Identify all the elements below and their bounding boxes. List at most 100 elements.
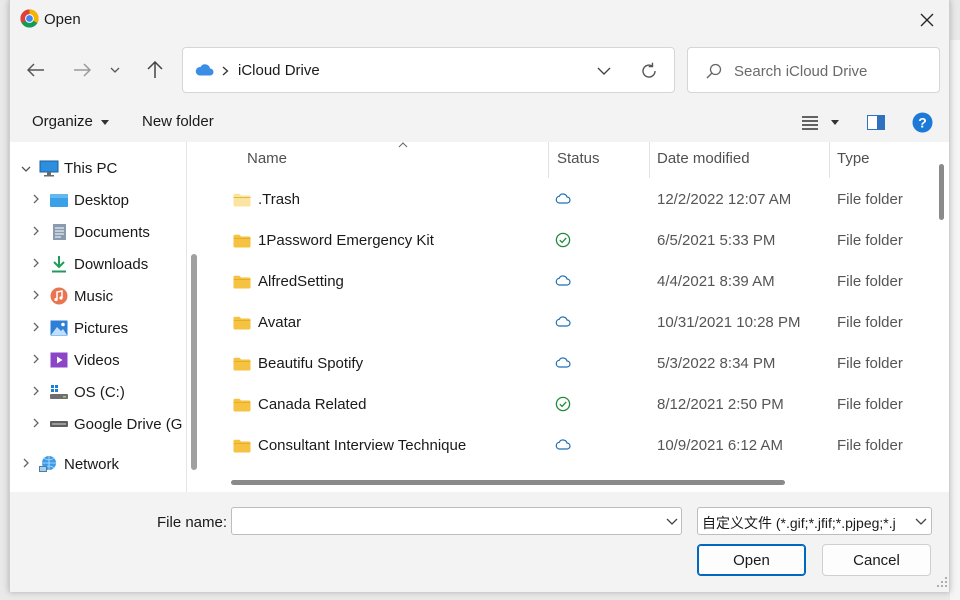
open-dialog: Open iCloud Drive Search iCloud Drive Or… — [9, 0, 950, 592]
arrow-left-icon — [27, 63, 44, 77]
chevron-down-icon[interactable] — [666, 518, 678, 525]
view-dropdown-icon[interactable] — [831, 120, 839, 125]
collapsed-chevron-icon[interactable] — [28, 257, 44, 271]
organize-label: Organize — [32, 113, 93, 130]
close-button[interactable] — [913, 6, 941, 34]
file-name: 1Password Emergency Kit — [258, 232, 434, 249]
up-button[interactable] — [140, 55, 170, 85]
arrow-right-icon — [74, 63, 91, 77]
collapsed-chevron-icon[interactable] — [18, 457, 34, 471]
documents-icon — [48, 223, 70, 241]
organize-button[interactable]: Organize — [32, 113, 110, 130]
column-separator[interactable] — [548, 142, 549, 178]
search-input[interactable] — [732, 59, 932, 83]
cloud-icon — [555, 355, 571, 371]
tree-label: This PC — [64, 159, 118, 177]
breadcrumb-chevron-icon — [222, 66, 229, 76]
back-button[interactable] — [21, 55, 51, 85]
tree-item-this-pc[interactable]: This PC — [18, 154, 117, 182]
address-bar[interactable]: iCloud Drive — [182, 47, 675, 93]
file-type-filter-value: 自定义文件 (*.gif;*.jfif;*.pjpeg;*.j — [702, 515, 896, 531]
vertical-scrollbar[interactable] — [939, 164, 944, 220]
command-bar: Organize New folder ? — [10, 102, 949, 142]
resize-grip-icon[interactable] — [936, 576, 948, 588]
arrow-up-icon — [147, 61, 163, 78]
tree-label: OS (C:) — [74, 383, 125, 401]
collapsed-chevron-icon[interactable] — [28, 321, 44, 335]
tree-item-network[interactable]: Network — [18, 450, 119, 478]
file-row[interactable]: Consultant Interview Technique 10/9/2021 … — [205, 426, 932, 467]
drive-icon — [48, 415, 70, 433]
tree-item-pictures[interactable]: Pictures — [28, 314, 128, 342]
videos-icon — [48, 351, 70, 369]
column-separator[interactable] — [649, 142, 650, 178]
column-header-name[interactable]: Name — [247, 150, 287, 167]
chrome-logo-icon — [20, 9, 39, 28]
refresh-icon[interactable] — [640, 62, 658, 80]
dialog-footer: File name: 自定义文件 (*.gif;*.jfif;*.pjpeg;*… — [10, 492, 949, 592]
breadcrumb-icloud-drive[interactable]: iCloud Drive — [238, 62, 320, 79]
folder-icon — [233, 398, 251, 412]
navigation-bar: iCloud Drive — [10, 44, 949, 96]
file-name: .Trash — [258, 191, 300, 208]
tree-item-desktop[interactable]: Desktop — [28, 186, 129, 214]
file-row[interactable]: .Trash 12/2/2022 12:07 AM File folder — [205, 180, 932, 221]
help-icon[interactable]: ? — [912, 112, 933, 133]
collapsed-chevron-icon[interactable] — [28, 193, 44, 207]
synced-check-icon — [555, 396, 571, 412]
address-dropdown-icon[interactable] — [597, 67, 611, 75]
cloud-icon — [555, 273, 571, 289]
column-header-type[interactable]: Type — [837, 150, 870, 167]
tree-item-music[interactable]: Music — [28, 282, 113, 310]
tree-label: Documents — [74, 223, 150, 241]
navigation-pane-scrollbar[interactable] — [191, 254, 197, 470]
tree-item-videos[interactable]: Videos — [28, 346, 120, 374]
open-button[interactable]: Open — [697, 544, 806, 576]
collapsed-chevron-icon[interactable] — [28, 353, 44, 367]
caret-down-icon — [101, 119, 110, 125]
file-name: AlfredSetting — [258, 273, 344, 290]
file-type-filter[interactable]: 自定义文件 (*.gif;*.jfif;*.pjpeg;*.j — [697, 507, 932, 535]
file-date-modified: 10/9/2021 6:12 AM — [657, 437, 783, 454]
forward-button[interactable] — [67, 55, 97, 85]
recent-locations-button[interactable] — [105, 55, 125, 85]
close-icon — [920, 13, 934, 27]
tree-item-downloads[interactable]: Downloads — [28, 250, 148, 278]
network-icon — [38, 455, 60, 473]
column-header-date-modified[interactable]: Date modified — [657, 150, 750, 167]
tree-label: Network — [64, 455, 120, 473]
column-header-status[interactable]: Status — [557, 150, 600, 167]
horizontal-scrollbar[interactable] — [231, 480, 785, 485]
file-row[interactable]: 1Password Emergency Kit 6/5/2021 5:33 PM F… — [205, 221, 932, 262]
collapsed-chevron-icon[interactable] — [28, 385, 44, 399]
view-options-icon[interactable] — [802, 116, 818, 130]
cloud-icon — [555, 437, 571, 453]
file-row[interactable]: AlfredSetting 4/4/2021 8:39 AM File folder — [205, 262, 932, 303]
collapsed-chevron-icon[interactable] — [28, 225, 44, 239]
icloud-icon — [195, 64, 214, 76]
file-type: File folder — [837, 396, 903, 413]
file-row[interactable]: Beautifu Spotify 5/3/2022 8:34 PM File fol… — [205, 344, 932, 385]
cancel-button[interactable]: Cancel — [822, 544, 931, 576]
preview-pane-icon[interactable] — [867, 115, 885, 130]
column-separator[interactable] — [829, 142, 830, 178]
file-date-modified: 5/3/2022 8:34 PM — [657, 355, 776, 372]
search-box[interactable] — [687, 47, 940, 93]
new-folder-button[interactable]: New folder — [142, 113, 214, 130]
collapsed-chevron-icon[interactable] — [28, 289, 44, 303]
file-date-modified: 12/2/2022 12:07 AM — [657, 191, 792, 208]
expanded-chevron-icon[interactable] — [18, 161, 34, 175]
file-name-combobox[interactable] — [231, 507, 682, 535]
collapsed-chevron-icon[interactable] — [28, 417, 44, 431]
tree-item-google-drive[interactable]: Google Drive (G — [28, 410, 182, 438]
chevron-down-icon — [915, 518, 927, 525]
file-name-input[interactable] — [238, 511, 648, 531]
file-date-modified: 8/12/2021 2:50 PM — [657, 396, 784, 413]
file-row[interactable]: Canada Related 8/12/2021 2:50 PM File fold… — [205, 385, 932, 426]
file-name: Avatar — [258, 314, 302, 331]
cloud-icon — [555, 191, 571, 207]
file-type: File folder — [837, 355, 903, 372]
tree-item-documents[interactable]: Documents — [28, 218, 150, 246]
file-row[interactable]: Avatar 10/31/2021 10:28 PM File folder — [205, 303, 932, 344]
tree-item-os-c[interactable]: OS (C:) — [28, 378, 125, 406]
